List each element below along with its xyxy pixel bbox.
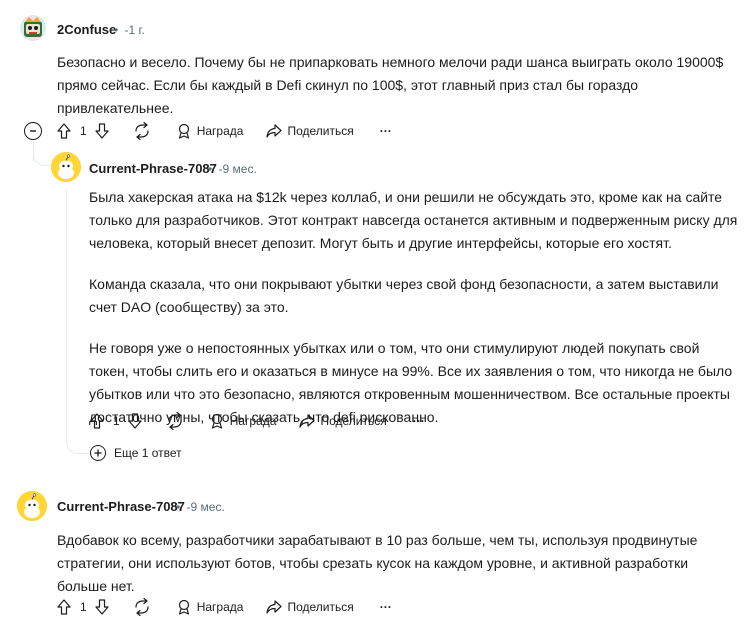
collapse-minus-icon: [30, 130, 36, 132]
meta: • -9 мес.: [176, 500, 225, 514]
separator: •: [176, 500, 181, 514]
upvote-button[interactable]: [88, 412, 106, 430]
reply-button[interactable]: [133, 122, 151, 140]
reply-icon: [135, 598, 149, 616]
comment-paragraph: Была хакерская атака на $12k через колла…: [89, 189, 738, 251]
action-bar: 1 Награда Поделиться ···: [55, 119, 392, 143]
award-button[interactable]: Награда: [208, 412, 277, 430]
reply-icon: [168, 412, 182, 430]
upvote-button[interactable]: [55, 122, 73, 140]
vote-score: 1: [113, 414, 120, 428]
action-bar: 1 Награда Поделиться ···: [88, 409, 425, 433]
timestamp[interactable]: -9 мес.: [187, 500, 225, 514]
timestamp[interactable]: -1 г.: [125, 23, 145, 37]
downvote-arrow-icon: [95, 123, 109, 139]
comment-body: Безопасно и весело. Почему бы не припарк…: [57, 51, 737, 120]
avatar[interactable]: [51, 152, 81, 182]
more-options-button[interactable]: ···: [380, 124, 392, 138]
award-icon: [178, 599, 189, 615]
share-label: Поделиться: [320, 414, 387, 428]
award-icon: [178, 123, 189, 139]
upvote-button[interactable]: [55, 598, 73, 616]
separator: •: [208, 162, 213, 176]
comment-paragraph: Команда сказала, что они покрывают убытк…: [89, 276, 719, 315]
downvote-button[interactable]: [93, 598, 111, 616]
more-replies-label: Еще 1 ответ: [114, 446, 182, 460]
award-label: Награда: [196, 124, 244, 138]
share-icon: [266, 124, 283, 138]
downvote-arrow-icon: [95, 599, 109, 615]
share-button[interactable]: Поделиться: [298, 412, 387, 430]
award-label: Награда: [229, 414, 277, 428]
downvote-button[interactable]: [93, 122, 111, 140]
timestamp[interactable]: -9 мес.: [219, 162, 257, 176]
downvote-arrow-icon: [128, 413, 142, 429]
vote-score: 1: [80, 600, 87, 614]
more-replies-button[interactable]: Еще 1 ответ: [90, 445, 182, 461]
avatar[interactable]: [17, 491, 47, 521]
comment-body: Была хакерская атака на $12k через колла…: [89, 186, 739, 429]
more-options-button[interactable]: ···: [413, 414, 425, 428]
username[interactable]: 2Confuse: [57, 22, 116, 37]
share-label: Поделиться: [287, 600, 354, 614]
share-icon: [299, 414, 316, 428]
meta: • -1 г.: [114, 23, 145, 37]
separator: •: [114, 23, 119, 37]
username[interactable]: Current-Phrase-7087: [57, 499, 185, 514]
share-icon: [266, 600, 283, 614]
avatar[interactable]: [20, 15, 46, 41]
award-icon: [211, 413, 222, 429]
action-bar: 1 Награда Поделиться ···: [55, 595, 392, 619]
comment-paragraph: Безопасно и весело. Почему бы не припарк…: [57, 54, 724, 116]
award-label: Награда: [196, 600, 244, 614]
thread-connector: [66, 434, 90, 454]
username[interactable]: Current-Phrase-7087: [89, 161, 217, 176]
share-button[interactable]: Поделиться: [265, 122, 354, 140]
award-button[interactable]: Награда: [175, 598, 244, 616]
share-label: Поделиться: [287, 124, 354, 138]
collapse-button[interactable]: [24, 122, 42, 140]
upvote-arrow-icon: [57, 123, 71, 139]
thread-line[interactable]: [66, 190, 67, 440]
reply-button[interactable]: [133, 598, 151, 616]
downvote-button[interactable]: [126, 412, 144, 430]
expand-plus-icon: [90, 445, 106, 461]
meta: • -9 мес.: [208, 162, 257, 176]
comment-paragraph: Вдобавок ко всему, разработчики зарабаты…: [57, 532, 698, 594]
share-button[interactable]: Поделиться: [265, 598, 354, 616]
vote-score: 1: [80, 124, 87, 138]
reply-button[interactable]: [166, 412, 184, 430]
reply-icon: [135, 122, 149, 140]
comment-body: Вдобавок ко всему, разработчики зарабаты…: [57, 529, 737, 598]
more-options-button[interactable]: ···: [380, 600, 392, 614]
thread-connector: [33, 148, 51, 166]
upvote-arrow-icon: [90, 413, 104, 429]
award-button[interactable]: Награда: [175, 122, 244, 140]
upvote-arrow-icon: [57, 599, 71, 615]
